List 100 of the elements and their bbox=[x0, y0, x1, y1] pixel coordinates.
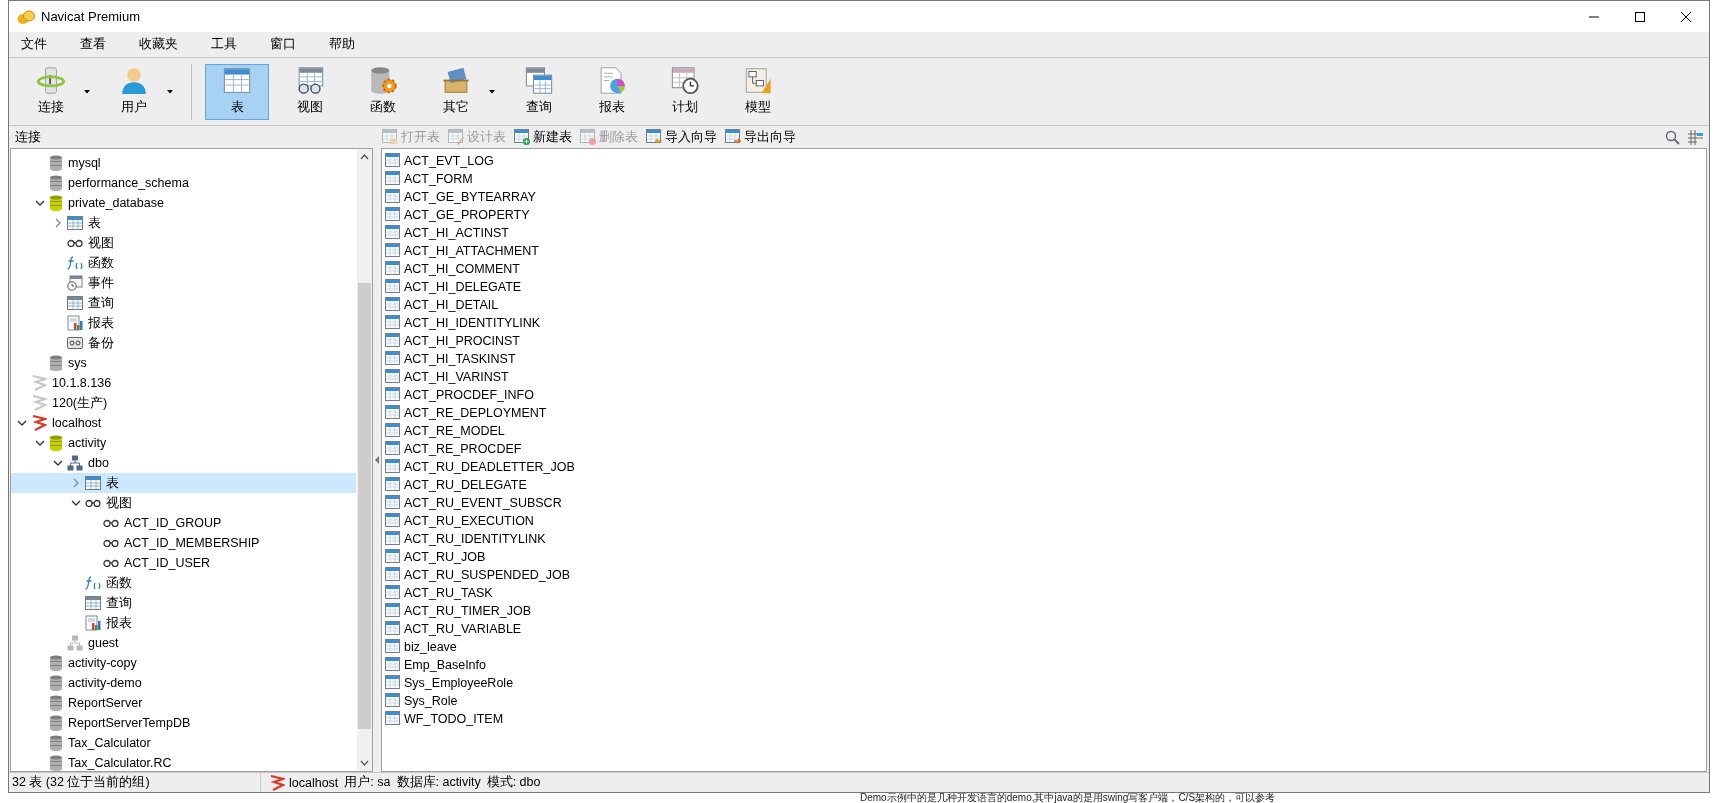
tree-item[interactable]: guest bbox=[11, 633, 356, 653]
tree-item[interactable]: 报表 bbox=[11, 613, 356, 633]
tree-item[interactable]: ReportServer bbox=[11, 693, 356, 713]
dropdown-caret-icon[interactable] bbox=[83, 89, 91, 94]
tree-item[interactable]: 函数 bbox=[11, 253, 356, 273]
search-icon[interactable] bbox=[1665, 129, 1680, 145]
tree-item[interactable]: ReportServerTempDB bbox=[11, 713, 356, 733]
table-icon bbox=[385, 405, 401, 421]
tree-item[interactable]: mysql bbox=[11, 153, 356, 173]
tree-item[interactable]: Tax_Calculator bbox=[11, 733, 356, 753]
toolbar-button[interactable]: 表 bbox=[205, 63, 269, 120]
chevron-down-icon[interactable] bbox=[360, 760, 369, 766]
menu-item[interactable]: 窗口 bbox=[262, 33, 309, 56]
tree-item[interactable]: Tax_Calculator.RC bbox=[11, 753, 356, 771]
chevron-down-icon[interactable] bbox=[53, 458, 63, 468]
table-list-item[interactable]: ACT_RU_TIMER_JOB bbox=[382, 602, 1706, 620]
table-list-item[interactable]: ACT_RU_EXECUTION bbox=[382, 512, 1706, 530]
tree-item[interactable]: sys bbox=[11, 353, 356, 373]
table-list-item[interactable]: Emp_BaseInfo bbox=[382, 656, 1706, 674]
table-list-item[interactable]: ACT_HI_IDENTITYLINK bbox=[382, 314, 1706, 332]
tree-item[interactable]: ACT_ID_MEMBERSHIP bbox=[11, 533, 356, 553]
table-list-item[interactable]: ACT_HI_TASKINST bbox=[382, 350, 1706, 368]
table-list-item[interactable]: ACT_RU_TASK bbox=[382, 584, 1706, 602]
table-list-item[interactable]: ACT_HI_COMMENT bbox=[382, 260, 1706, 278]
toolbar-button[interactable]: 函数 bbox=[351, 63, 415, 120]
toolbar-button[interactable]: 视图 bbox=[278, 63, 342, 120]
menu-item[interactable]: 工具 bbox=[203, 33, 250, 56]
tree-item[interactable]: 视图 bbox=[11, 233, 356, 253]
table-list-item[interactable]: ACT_GE_PROPERTY bbox=[382, 206, 1706, 224]
tree-item[interactable]: 视图 bbox=[11, 493, 356, 513]
table-list-item[interactable]: ACT_PROCDEF_INFO bbox=[382, 386, 1706, 404]
table-list-item[interactable]: ACT_RU_SUSPENDED_JOB bbox=[382, 566, 1706, 584]
tree-item[interactable]: activity-copy bbox=[11, 653, 356, 673]
tree-item[interactable]: 10.1.8.136 bbox=[11, 373, 356, 393]
toolbar-button[interactable]: 查询 bbox=[507, 63, 571, 120]
chevron-down-icon[interactable] bbox=[17, 418, 27, 428]
menu-item[interactable]: 收藏夹 bbox=[131, 33, 191, 56]
tree-item[interactable]: ACT_ID_GROUP bbox=[11, 513, 356, 533]
object-toolbar-button[interactable]: 导出向导 bbox=[723, 127, 798, 147]
tree-item[interactable]: localhost bbox=[11, 413, 356, 433]
tree-item[interactable]: dbo bbox=[11, 453, 356, 473]
tree-item[interactable]: 备份 bbox=[11, 333, 356, 353]
chevron-down-icon[interactable] bbox=[35, 438, 45, 448]
chevron-right-icon[interactable] bbox=[53, 218, 63, 228]
table-list-item[interactable]: ACT_RE_PROCDEF bbox=[382, 440, 1706, 458]
table-list-item[interactable]: Sys_EmployeeRole bbox=[382, 674, 1706, 692]
tree-item[interactable]: 查询 bbox=[11, 293, 356, 313]
table-list-item[interactable]: ACT_RU_JOB bbox=[382, 548, 1706, 566]
toolbar-button[interactable]: 其它 bbox=[424, 63, 488, 120]
table-list-item[interactable]: ACT_HI_ACTINST bbox=[382, 224, 1706, 242]
menu-item[interactable]: 查看 bbox=[72, 33, 119, 56]
table-list-item[interactable]: biz_leave bbox=[382, 638, 1706, 656]
grid-view-icon[interactable] bbox=[1688, 129, 1703, 145]
dropdown-caret-icon[interactable] bbox=[166, 89, 174, 94]
object-toolbar-button[interactable]: 新建表 bbox=[512, 127, 574, 147]
tree-item[interactable]: activity bbox=[11, 433, 356, 453]
menu-item[interactable]: 文件 bbox=[13, 33, 60, 56]
chevron-up-icon[interactable] bbox=[360, 154, 369, 160]
tree-item[interactable]: 表 bbox=[11, 213, 356, 233]
database-icon bbox=[49, 175, 63, 191]
table-list-item[interactable]: WF_TODO_ITEM bbox=[382, 710, 1706, 728]
table-list-item[interactable]: ACT_RU_EVENT_SUBSCR bbox=[382, 494, 1706, 512]
table-list-item[interactable]: ACT_HI_DELEGATE bbox=[382, 278, 1706, 296]
table-list-item[interactable]: ACT_RE_DEPLOYMENT bbox=[382, 404, 1706, 422]
table-list-item[interactable]: ACT_RU_DELEGATE bbox=[382, 476, 1706, 494]
table-list-item[interactable]: ACT_FORM bbox=[382, 170, 1706, 188]
table-list-item[interactable]: ACT_RE_MODEL bbox=[382, 422, 1706, 440]
toolbar-button[interactable]: 用户 bbox=[102, 63, 166, 120]
tree-item[interactable]: 报表 bbox=[11, 313, 356, 333]
toolbar-button[interactable]: 报表 bbox=[580, 63, 644, 120]
tree-item[interactable]: activity-demo bbox=[11, 673, 356, 693]
object-toolbar-button[interactable]: 导入向导 bbox=[644, 127, 719, 147]
chevron-down-icon[interactable] bbox=[35, 198, 45, 208]
table-list-item[interactable]: ACT_HI_ATTACHMENT bbox=[382, 242, 1706, 260]
toolbar-button[interactable]: 连接 bbox=[19, 63, 83, 120]
table-list-item[interactable]: ACT_RU_IDENTITYLINK bbox=[382, 530, 1706, 548]
tree-item[interactable]: private_database bbox=[11, 193, 356, 213]
tree-item[interactable]: 120(生产) bbox=[11, 393, 356, 413]
chevron-down-icon[interactable] bbox=[71, 498, 81, 508]
table-list-item[interactable]: ACT_EVT_LOG bbox=[382, 152, 1706, 170]
splitter-arrow-icon[interactable] bbox=[375, 456, 379, 464]
chevron-right-icon[interactable] bbox=[71, 478, 81, 488]
table-list-item[interactable]: ACT_HI_PROCINST bbox=[382, 332, 1706, 350]
scrollbar[interactable] bbox=[357, 149, 372, 771]
dropdown-caret-icon[interactable] bbox=[488, 89, 496, 94]
table-list-item[interactable]: ACT_RU_VARIABLE bbox=[382, 620, 1706, 638]
toolbar-button[interactable]: 计划 bbox=[653, 63, 717, 120]
toolbar-button[interactable]: 模型 bbox=[726, 63, 790, 120]
table-list-item[interactable]: ACT_GE_BYTEARRAY bbox=[382, 188, 1706, 206]
menu-item[interactable]: 帮助 bbox=[321, 33, 368, 56]
tree-item[interactable]: 查询 bbox=[11, 593, 356, 613]
tree-item[interactable]: 函数 bbox=[11, 573, 356, 593]
tree-item[interactable]: 表 bbox=[11, 473, 356, 493]
table-list-item[interactable]: ACT_HI_DETAIL bbox=[382, 296, 1706, 314]
table-list-item[interactable]: ACT_HI_VARINST bbox=[382, 368, 1706, 386]
table-list-item[interactable]: ACT_RU_DEADLETTER_JOB bbox=[382, 458, 1706, 476]
table-list-item[interactable]: Sys_Role bbox=[382, 692, 1706, 710]
tree-item[interactable]: performance_schema bbox=[11, 173, 356, 193]
tree-item[interactable]: 事件 bbox=[11, 273, 356, 293]
tree-item[interactable]: ACT_ID_USER bbox=[11, 553, 356, 573]
